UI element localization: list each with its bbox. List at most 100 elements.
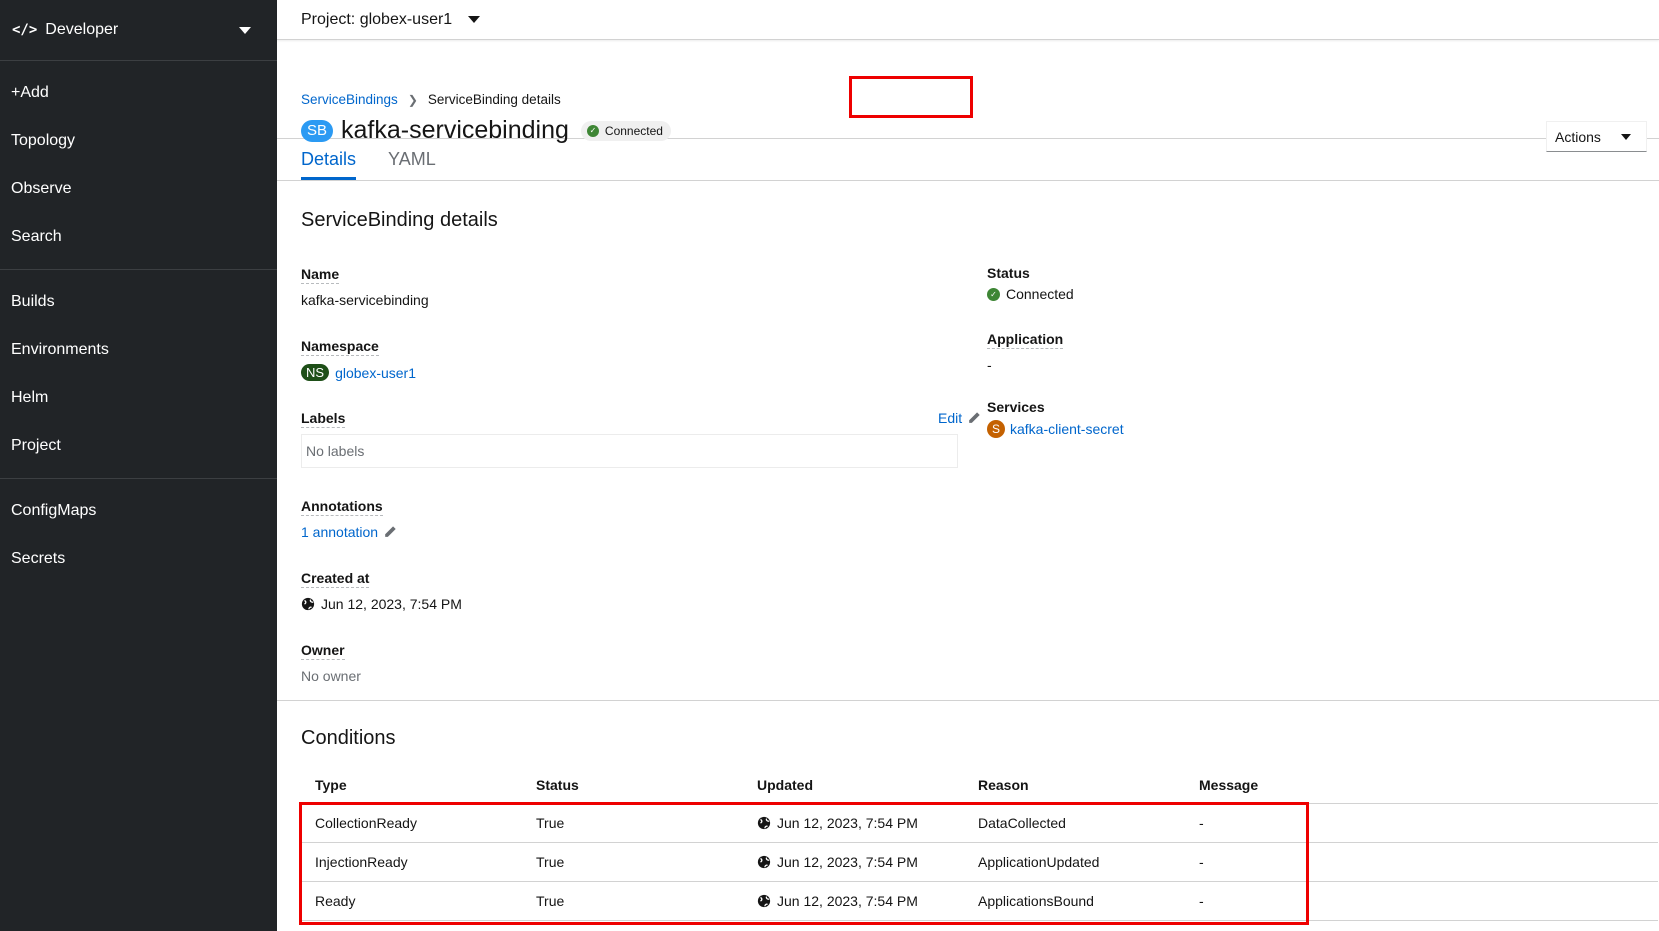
page-title: kafka-servicebinding [341, 116, 569, 144]
tabs: Details YAML [277, 139, 1659, 181]
project-label: Project: globex-user1 [301, 10, 453, 28]
project-bar: Project: globex-user1 [277, 0, 1659, 40]
status-badge-label: Connected [604, 123, 663, 138]
nav-item-observe[interactable]: Observe [0, 165, 277, 213]
status-label: Status [987, 265, 1030, 281]
created-label: Created at [301, 570, 370, 588]
breadcrumb-current: ServiceBinding details [427, 92, 561, 107]
nav-item-secrets[interactable]: Secrets [0, 535, 277, 583]
details-section: ServiceBinding details Name kafka-servic… [277, 181, 1659, 701]
cell-type: Ready [301, 881, 522, 921]
nav-item-project[interactable]: Project [0, 422, 277, 470]
resource-badge: SB [301, 119, 334, 142]
nav-item-builds[interactable]: Builds [0, 278, 277, 326]
caret-down-icon [468, 16, 481, 23]
pencil-icon [969, 412, 980, 423]
field-application: Application - [987, 331, 1064, 373]
application-label: Application [987, 331, 1064, 349]
status-value: ✓ Connected [987, 286, 1074, 302]
status-badge: ✓ Connected [580, 120, 671, 141]
created-timestamp: Jun 12, 2023, 7:54 PM [321, 596, 462, 612]
cell-reason: ApplicationUpdated [964, 842, 1185, 882]
nav-group-1: +Add Topology Observe Search [0, 61, 277, 270]
cell-message: - [1185, 881, 1658, 921]
tab-details[interactable]: Details [301, 139, 357, 180]
annotations-link[interactable]: 1 annotation [301, 524, 378, 540]
labels-label: Labels [301, 410, 346, 428]
field-owner: Owner No owner [301, 642, 361, 684]
main-content: Project: globex-user1 ServiceBindings ❯ … [277, 0, 1659, 931]
nav-item-environments[interactable]: Environments [0, 326, 277, 374]
breadcrumb-servicebindings-link[interactable]: ServiceBindings [301, 92, 398, 107]
namespace-label: Namespace [301, 338, 379, 356]
breadcrumb: ServiceBindings ❯ ServiceBinding details [301, 92, 561, 107]
field-name: Name kafka-servicebinding [301, 266, 429, 308]
annotations-label: Annotations [301, 498, 383, 516]
field-namespace: Namespace NS globex-user1 [301, 338, 416, 381]
field-annotations: Annotations 1 annotation [301, 498, 397, 540]
column-header-type: Type [301, 765, 522, 804]
column-header-reason: Reason [964, 765, 1185, 804]
cell-reason: DataCollected [964, 803, 1185, 843]
nav-item-add[interactable]: +Add [0, 69, 277, 117]
nav-item-configmaps[interactable]: ConfigMaps [0, 487, 277, 535]
field-created-at: Created at Jun 12, 2023, 7:54 PM [301, 570, 462, 612]
sidebar: </> Developer +Add Topology Observe Sear… [0, 0, 277, 931]
updated-timestamp: Jun 12, 2023, 7:54 PM [777, 893, 918, 909]
cell-updated: Jun 12, 2023, 7:54 PM [743, 803, 964, 843]
table-row: InjectionReady True Jun 12, 2023, 7:54 P… [301, 842, 1658, 882]
caret-down-icon [1620, 133, 1631, 140]
application-value: - [987, 357, 992, 373]
globe-icon [757, 894, 771, 908]
services-value: S kafka-client-secret [987, 420, 1124, 438]
cell-updated: Jun 12, 2023, 7:54 PM [743, 881, 964, 921]
namespace-link[interactable]: globex-user1 [335, 365, 416, 381]
cell-status: True [522, 881, 743, 921]
updated-timestamp: Jun 12, 2023, 7:54 PM [777, 854, 918, 870]
table-row: CollectionReady True Jun 12, 2023, 7:54 … [301, 803, 1658, 843]
table-header-row: Type Status Updated Reason Message [301, 765, 1658, 804]
code-icon: </> [12, 22, 38, 38]
nav-item-helm[interactable]: Helm [0, 374, 277, 422]
nav-item-topology[interactable]: Topology [0, 117, 277, 165]
check-circle-icon: ✓ [987, 287, 1000, 301]
updated-timestamp: Jun 12, 2023, 7:54 PM [777, 815, 918, 831]
column-header-status: Status [522, 765, 743, 804]
nav-item-search[interactable]: Search [0, 213, 277, 261]
caret-down-icon [239, 26, 251, 34]
status-text: Connected [1006, 286, 1074, 302]
perspective-label: Developer [45, 21, 119, 38]
cell-message: - [1185, 803, 1658, 843]
table-row: Ready True Jun 12, 2023, 7:54 PM Applica… [301, 881, 1658, 921]
actions-dropdown[interactable]: Actions [1546, 121, 1647, 152]
cell-status: True [522, 842, 743, 882]
namespace-value: NS globex-user1 [301, 364, 416, 381]
actions-label: Actions [1555, 128, 1601, 145]
field-status: Status ✓ Connected [987, 265, 1074, 302]
namespace-badge: NS [301, 364, 330, 381]
field-labels: Labels Edit No labels [301, 410, 980, 468]
field-services: Services S kafka-client-secret [987, 399, 1124, 438]
perspective-switcher[interactable]: </> Developer [0, 0, 277, 61]
created-value: Jun 12, 2023, 7:54 PM [301, 596, 462, 612]
cell-type: InjectionReady [301, 842, 522, 882]
column-header-message: Message [1185, 765, 1658, 804]
conditions-table: Type Status Updated Reason Message Colle… [301, 765, 1658, 921]
cell-message: - [1185, 842, 1658, 882]
pencil-icon[interactable] [383, 525, 397, 539]
cell-status: True [522, 803, 743, 843]
title-row: SB kafka-servicebinding ✓ Connected [301, 116, 671, 145]
section-title: ServiceBinding details [301, 209, 498, 231]
cell-reason: ApplicationsBound [964, 881, 1185, 921]
edit-labels-button[interactable]: Edit [938, 410, 981, 426]
globe-icon [757, 816, 771, 830]
secret-badge: S [987, 420, 1005, 438]
conditions-title: Conditions [301, 727, 396, 749]
chevron-right-icon: ❯ [407, 92, 418, 107]
check-circle-icon: ✓ [586, 124, 599, 137]
nav-group-3: ConfigMaps Secrets [0, 479, 277, 591]
project-dropdown[interactable]: Project: globex-user1 [301, 10, 481, 29]
page-header: ServiceBindings ❯ ServiceBinding details… [277, 40, 1659, 152]
services-link[interactable]: kafka-client-secret [1010, 421, 1124, 437]
tab-yaml[interactable]: YAML [388, 139, 436, 180]
